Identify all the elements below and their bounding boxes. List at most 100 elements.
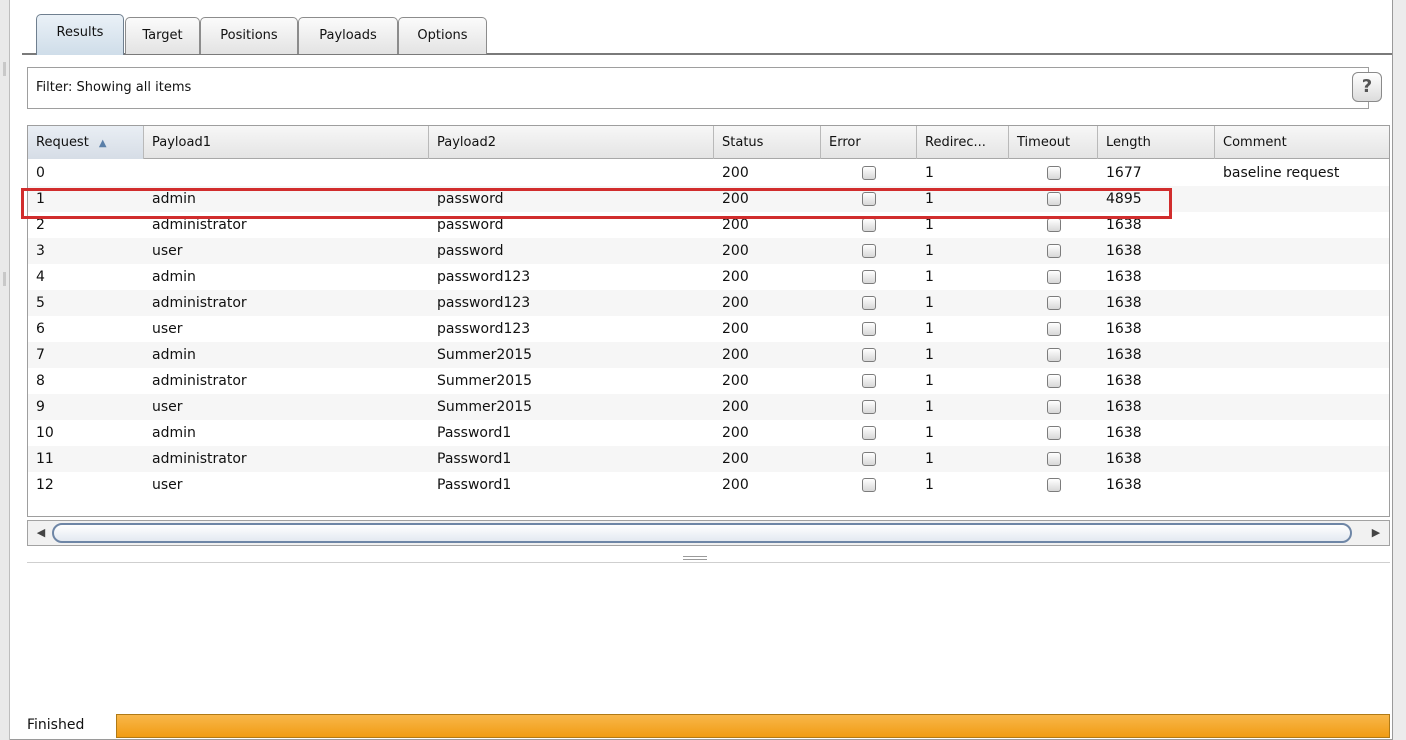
tab-positions[interactable]: Positions bbox=[200, 17, 298, 54]
table-row[interactable]: 4 admin password123 200 1 1638 bbox=[28, 264, 1389, 290]
cell-request: 11 bbox=[36, 451, 54, 467]
tab-payloads[interactable]: Payloads bbox=[298, 17, 398, 54]
cell-redirects: 1 bbox=[925, 477, 934, 493]
scroll-left-icon[interactable]: ◀ bbox=[32, 524, 50, 542]
cell-comment bbox=[1215, 394, 1223, 420]
filter-bar[interactable]: Filter: Showing all items bbox=[27, 67, 1369, 109]
window-left-edge bbox=[0, 0, 10, 740]
cell-status: 200 bbox=[722, 295, 749, 311]
table-row[interactable]: 0 200 1 1677 baseline request bbox=[28, 160, 1389, 186]
window-right-edge bbox=[1392, 0, 1406, 740]
error-checkbox[interactable] bbox=[862, 452, 876, 466]
table-row[interactable]: 6 user password123 200 1 1638 bbox=[28, 316, 1389, 342]
cell-length: 4895 bbox=[1106, 191, 1142, 207]
error-checkbox[interactable] bbox=[862, 192, 876, 206]
error-checkbox[interactable] bbox=[862, 374, 876, 388]
cell-payload2 bbox=[429, 160, 437, 186]
error-checkbox[interactable] bbox=[862, 218, 876, 232]
cell-request: 9 bbox=[36, 399, 45, 415]
help-icon: ? bbox=[1361, 76, 1373, 97]
sort-ascending-icon: ▲ bbox=[98, 138, 107, 149]
error-checkbox[interactable] bbox=[862, 244, 876, 258]
left-grip bbox=[3, 272, 6, 286]
cell-redirects: 1 bbox=[925, 217, 934, 233]
cell-status: 200 bbox=[722, 165, 749, 181]
error-checkbox[interactable] bbox=[862, 166, 876, 180]
timeout-checkbox[interactable] bbox=[1047, 244, 1061, 258]
tab-options[interactable]: Options bbox=[398, 17, 487, 54]
timeout-checkbox[interactable] bbox=[1047, 478, 1061, 492]
error-checkbox[interactable] bbox=[862, 400, 876, 414]
horizontal-scrollbar[interactable]: ◀ ▶ bbox=[27, 520, 1390, 546]
cell-payload2: password bbox=[437, 243, 504, 259]
cell-comment bbox=[1215, 316, 1223, 342]
cell-payload2: password123 bbox=[437, 295, 531, 311]
scrollbar-thumb[interactable] bbox=[52, 523, 1352, 543]
cell-comment bbox=[1215, 264, 1223, 290]
error-checkbox[interactable] bbox=[862, 270, 876, 284]
error-checkbox[interactable] bbox=[862, 322, 876, 336]
cell-payload2: Password1 bbox=[437, 477, 512, 493]
cell-redirects: 1 bbox=[925, 165, 934, 181]
timeout-checkbox[interactable] bbox=[1047, 322, 1061, 336]
error-checkbox[interactable] bbox=[862, 348, 876, 362]
cell-payload2: password bbox=[437, 191, 504, 207]
cell-status: 200 bbox=[722, 477, 749, 493]
help-button[interactable]: ? bbox=[1352, 72, 1382, 102]
column-header-payload2[interactable]: Payload2 bbox=[429, 126, 714, 159]
scroll-right-icon[interactable]: ▶ bbox=[1367, 524, 1385, 542]
timeout-checkbox[interactable] bbox=[1047, 166, 1061, 180]
cell-status: 200 bbox=[722, 347, 749, 363]
cell-payload2: Summer2015 bbox=[437, 347, 533, 363]
table-row[interactable]: 1 admin password 200 1 4895 bbox=[28, 186, 1389, 212]
timeout-checkbox[interactable] bbox=[1047, 192, 1061, 206]
cell-length: 1638 bbox=[1106, 295, 1142, 311]
cell-request: 0 bbox=[36, 165, 45, 181]
column-header-length[interactable]: Length bbox=[1098, 126, 1215, 159]
table-row[interactable]: 8 administrator Summer2015 200 1 1638 bbox=[28, 368, 1389, 394]
cell-status: 200 bbox=[722, 373, 749, 389]
timeout-checkbox[interactable] bbox=[1047, 452, 1061, 466]
timeout-checkbox[interactable] bbox=[1047, 296, 1061, 310]
tab-target[interactable]: Target bbox=[125, 17, 200, 54]
table-row[interactable]: 12 user Password1 200 1 1638 bbox=[28, 472, 1389, 498]
timeout-checkbox[interactable] bbox=[1047, 348, 1061, 362]
table-row[interactable]: 5 administrator password123 200 1 1638 bbox=[28, 290, 1389, 316]
cell-status: 200 bbox=[722, 399, 749, 415]
table-row[interactable]: 3 user password 200 1 1638 bbox=[28, 238, 1389, 264]
table-row[interactable]: 7 admin Summer2015 200 1 1638 bbox=[28, 342, 1389, 368]
column-header-request[interactable]: Request ▲ bbox=[28, 126, 144, 159]
error-checkbox[interactable] bbox=[862, 478, 876, 492]
cell-comment bbox=[1215, 368, 1223, 394]
table-row[interactable]: 11 administrator Password1 200 1 1638 bbox=[28, 446, 1389, 472]
cell-redirects: 1 bbox=[925, 243, 934, 259]
timeout-checkbox[interactable] bbox=[1047, 270, 1061, 284]
timeout-checkbox[interactable] bbox=[1047, 400, 1061, 414]
cell-redirects: 1 bbox=[925, 269, 934, 285]
cell-comment bbox=[1215, 186, 1223, 212]
error-checkbox[interactable] bbox=[862, 296, 876, 310]
cell-request: 5 bbox=[36, 295, 45, 311]
tab-results[interactable]: Results bbox=[36, 14, 124, 55]
table-row[interactable]: 10 admin Password1 200 1 1638 bbox=[28, 420, 1389, 446]
cell-length: 1638 bbox=[1106, 347, 1142, 363]
timeout-checkbox[interactable] bbox=[1047, 374, 1061, 388]
column-header-redirects[interactable]: Redirec... bbox=[917, 126, 1009, 159]
cell-request: 10 bbox=[36, 425, 54, 441]
timeout-checkbox[interactable] bbox=[1047, 426, 1061, 440]
column-header-status[interactable]: Status bbox=[714, 126, 821, 159]
column-header-payload1[interactable]: Payload1 bbox=[144, 126, 429, 159]
column-header-comment[interactable]: Comment bbox=[1215, 126, 1389, 159]
cell-status: 200 bbox=[722, 191, 749, 207]
cell-payload2: Password1 bbox=[437, 451, 512, 467]
timeout-checkbox[interactable] bbox=[1047, 218, 1061, 232]
cell-request: 3 bbox=[36, 243, 45, 259]
cell-length: 1638 bbox=[1106, 269, 1142, 285]
table-row[interactable]: 9 user Summer2015 200 1 1638 bbox=[28, 394, 1389, 420]
table-row[interactable]: 2 administrator password 200 1 1638 bbox=[28, 212, 1389, 238]
error-checkbox[interactable] bbox=[862, 426, 876, 440]
column-header-error[interactable]: Error bbox=[821, 126, 917, 159]
cell-length: 1638 bbox=[1106, 243, 1142, 259]
column-header-timeout[interactable]: Timeout bbox=[1009, 126, 1098, 159]
pane-splitter-handle[interactable] bbox=[683, 556, 707, 560]
